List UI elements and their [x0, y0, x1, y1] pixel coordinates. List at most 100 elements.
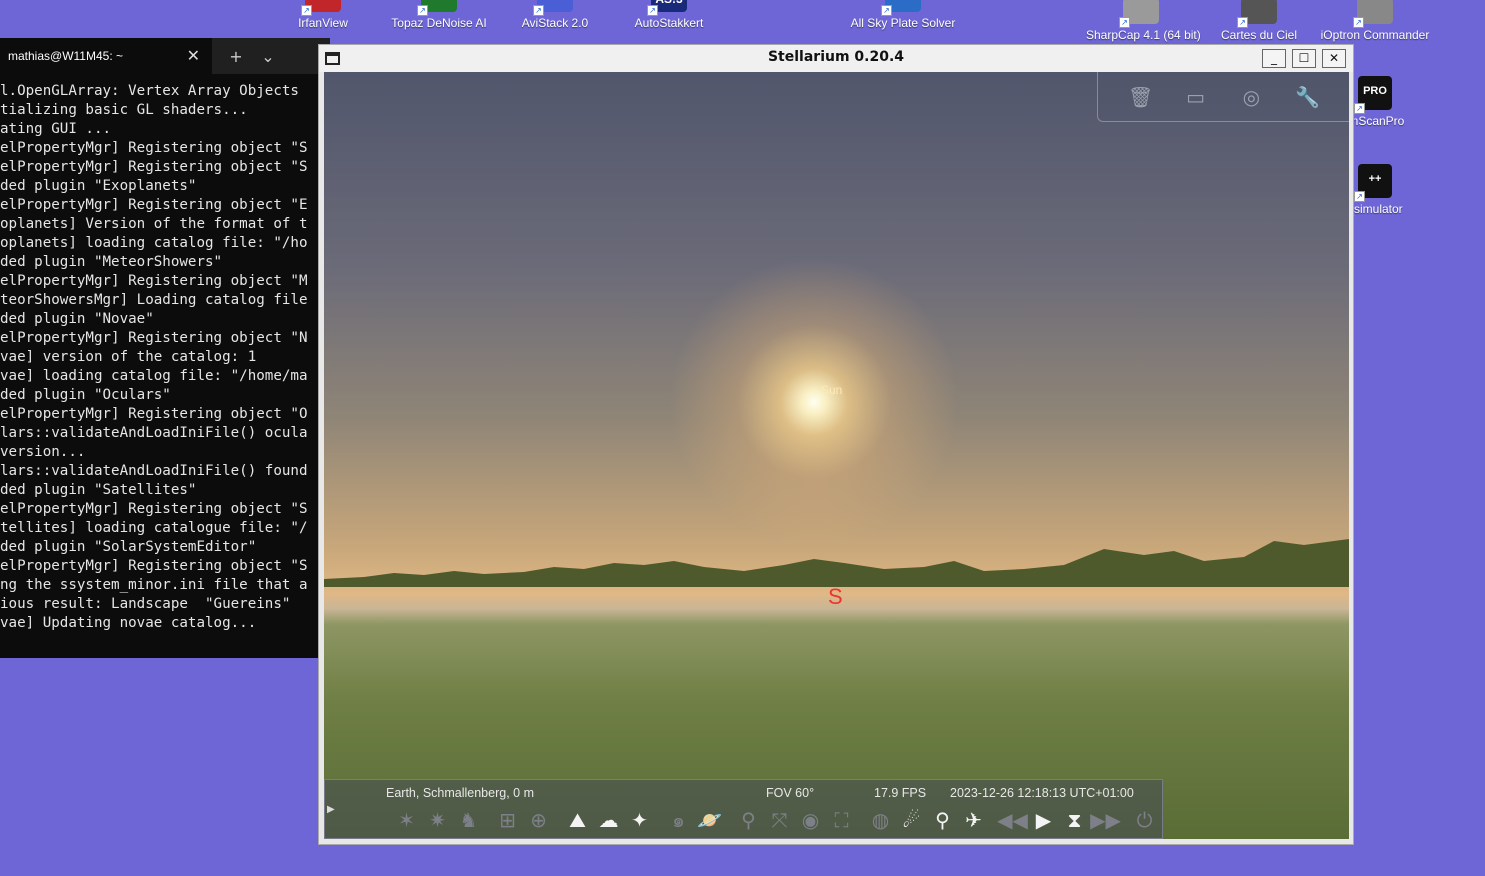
- desktop-shortcut-label: IrfanView: [298, 16, 348, 30]
- terminal-line: elPropertyMgr] Registering object "M: [0, 273, 308, 289]
- terminal-tab[interactable]: mathias@W11M45: ~ ✕: [0, 38, 212, 74]
- rewind-icon[interactable]: ◀◀: [997, 805, 1028, 835]
- constellation-lines-icon[interactable]: ✶: [391, 805, 422, 835]
- constellation-labels-icon[interactable]: ✷: [422, 805, 453, 835]
- shortcut-arrow-icon: ↗: [1354, 191, 1365, 202]
- desktop-shortcut[interactable]: ↗ Cartes du Ciel: [1204, 0, 1314, 42]
- terminal-line: ious result: Landscape "Guereins": [0, 596, 291, 612]
- terminal-line: oplanets] Version of the format of t: [0, 216, 308, 232]
- app-icon: ++ ↗: [1354, 164, 1392, 202]
- desktop-shortcut[interactable]: AS!3↗AutoStakkert: [614, 0, 724, 30]
- full-screen-icon[interactable]: ⛶: [826, 805, 857, 835]
- toolbar-expand-icon[interactable]: ▶: [327, 804, 335, 815]
- terminal-output: l.OpenGLArray: Vertex Array Objects tiali…: [0, 74, 330, 633]
- nebulae-icon[interactable]: ๑: [663, 805, 694, 835]
- screen-icon[interactable]: ▭: [1184, 85, 1208, 109]
- cardinal-points-icon[interactable]: ✦: [624, 805, 655, 835]
- dustbin-icon[interactable]: 🗑: [1128, 85, 1153, 109]
- desktop-shortcut-label: Topaz DeNoise AI: [391, 16, 487, 30]
- quit-icon[interactable]: ⏻: [1129, 805, 1160, 835]
- terminal-line: version...: [0, 444, 86, 460]
- bottom-bar: Earth, Schmallenberg, 0 m FOV 60° 17.9 F…: [324, 779, 1163, 839]
- terminal-line: teorShowersMgr] Loading catalog file: [0, 292, 308, 308]
- app-icon: ↗: [881, 0, 921, 16]
- terminal-line: elPropertyMgr] Registering object "N: [0, 330, 308, 346]
- terminal-line: ded plugin "Oculars": [0, 387, 171, 403]
- terminal-line: ng the ssystem_minor.ini file that a: [0, 577, 308, 593]
- desktop-shortcut[interactable]: ↗ Topaz DeNoise AI: [384, 0, 494, 30]
- desktop-shortcut-label: iOptron Commander: [1320, 28, 1430, 42]
- shortcut-arrow-icon: ↗: [1119, 17, 1130, 28]
- desktop-shortcut-label: All Sky Plate Solver: [850, 16, 956, 30]
- sun[interactable]: [644, 232, 984, 572]
- fast-forward-icon[interactable]: ▶▶: [1090, 805, 1121, 835]
- terminal-line: elPropertyMgr] Registering object "S: [0, 501, 308, 517]
- terminal-line: tializing basic GL shaders...: [0, 102, 248, 118]
- app-icon: ↗: [1237, 0, 1277, 28]
- terminal-window[interactable]: mathias@W11M45: ~ ✕ + ⌄ l.OpenGLArray: V…: [0, 38, 330, 658]
- satellites-icon[interactable]: ✈: [958, 805, 989, 835]
- terminal-tab-title: mathias@W11M45: ~: [8, 49, 124, 63]
- app-icon: ↗: [1119, 0, 1159, 28]
- play-icon[interactable]: ▶: [1028, 805, 1059, 835]
- equatorial-mount-icon[interactable]: ⚲: [733, 805, 764, 835]
- wrench-icon[interactable]: 🔧: [1295, 85, 1320, 109]
- stellarium-window[interactable]: Stellarium 0.20.4 _ ☐ ✕ Sun S 🗑 ▭ ◎ 🔧 Earth…: [318, 44, 1354, 845]
- night-mode-icon[interactable]: ◉: [795, 805, 826, 835]
- app-icon: 32↗: [301, 0, 341, 16]
- search-icon[interactable]: ⚲: [927, 805, 958, 835]
- app-icon: PRO ↗: [1354, 76, 1392, 114]
- desktop-shortcut-label: SharpCap 4.1 (64 bit): [1086, 28, 1201, 42]
- shortcut-arrow-icon: ↗: [647, 5, 658, 16]
- terminal-tabbar: mathias@W11M45: ~ ✕ + ⌄: [0, 38, 330, 74]
- close-button[interactable]: ✕: [1322, 49, 1346, 68]
- desktop-shortcut[interactable]: ↗ SharpCap 4.1 (64 bit): [1086, 0, 1201, 42]
- terminal-line: elPropertyMgr] Registering object "S: [0, 159, 308, 175]
- constellation-art-icon[interactable]: ♞: [453, 805, 484, 835]
- shortcut-arrow-icon: ↗: [417, 5, 428, 16]
- exoplanets-icon[interactable]: ◍: [865, 805, 896, 835]
- desktop-shortcut-label: Cartes du Ciel: [1220, 28, 1298, 42]
- app-icon: ↗: [1353, 0, 1393, 28]
- terminal-line: ded plugin "SolarSystemEditor": [0, 539, 257, 555]
- desktop-shortcut[interactable]: ↗ AviStack 2.0: [500, 0, 610, 30]
- planets-icon[interactable]: 🪐: [694, 805, 725, 835]
- terminal-line: vae] loading catalog file: "/home/ma: [0, 368, 308, 384]
- close-icon[interactable]: ✕: [187, 46, 200, 66]
- real-time-icon[interactable]: ⧗: [1059, 805, 1090, 835]
- sky-view[interactable]: Sun S 🗑 ▭ ◎ 🔧 Earth, Schmallenberg, 0 m FOV…: [324, 72, 1349, 839]
- datetime-status[interactable]: 2023-12-26 12:18:13 UTC+01:00: [950, 786, 1134, 800]
- target-icon[interactable]: ◎: [1239, 85, 1263, 109]
- app-icon: ↗: [417, 0, 457, 16]
- terminal-line: oplanets] loading catalog file: "/ho: [0, 235, 308, 251]
- maximize-button[interactable]: ☐: [1292, 49, 1316, 68]
- title-bar[interactable]: Stellarium 0.20.4 _ ☐ ✕: [319, 45, 1353, 72]
- location-status[interactable]: Earth, Schmallenberg, 0 m: [386, 786, 534, 800]
- equatorial-grid-icon[interactable]: ⊞: [492, 805, 523, 835]
- minimize-button[interactable]: _: [1262, 49, 1286, 68]
- shortcut-arrow-icon: ↗: [881, 5, 892, 16]
- meteor-showers-icon[interactable]: ☄: [896, 805, 927, 835]
- sun-label: Sun: [821, 383, 843, 397]
- desktop-shortcut[interactable]: 32↗IrfanView: [268, 0, 378, 30]
- center-object-icon[interactable]: ⤧: [764, 805, 795, 835]
- desktop-shortcut[interactable]: ↗ All Sky Plate Solver: [848, 0, 958, 30]
- terminal-line: elPropertyMgr] Registering object "E: [0, 197, 308, 213]
- atmosphere-icon[interactable]: ☁: [593, 805, 624, 835]
- terminal-line: lars::validateAndLoadIniFile() ocula: [0, 425, 308, 441]
- shortcut-arrow-icon: ↗: [1354, 103, 1365, 114]
- terminal-line: elPropertyMgr] Registering object "S: [0, 140, 308, 156]
- terminal-line: l.OpenGLArray: Vertex Array Objects: [0, 83, 299, 99]
- app-icon: ↗: [533, 0, 573, 16]
- desktop-shortcut[interactable]: ↗ iOptron Commander: [1320, 0, 1430, 42]
- new-tab-icon[interactable]: +: [228, 47, 244, 66]
- terminal-line: ating GUI ...: [0, 121, 112, 137]
- top-toolbar: 🗑 ▭ ◎ 🔧: [1097, 72, 1349, 122]
- chevron-down-icon[interactable]: ⌄: [260, 47, 276, 66]
- ground-icon[interactable]: ⛰: [562, 805, 593, 835]
- fov-status: FOV 60°: [766, 786, 815, 800]
- terminal-line: ded plugin "Satellites": [0, 482, 197, 498]
- azimuthal-grid-icon[interactable]: ⊕: [523, 805, 554, 835]
- app-glyph: ++: [1368, 173, 1382, 185]
- desktop-shortcut-label: AviStack 2.0: [521, 16, 589, 30]
